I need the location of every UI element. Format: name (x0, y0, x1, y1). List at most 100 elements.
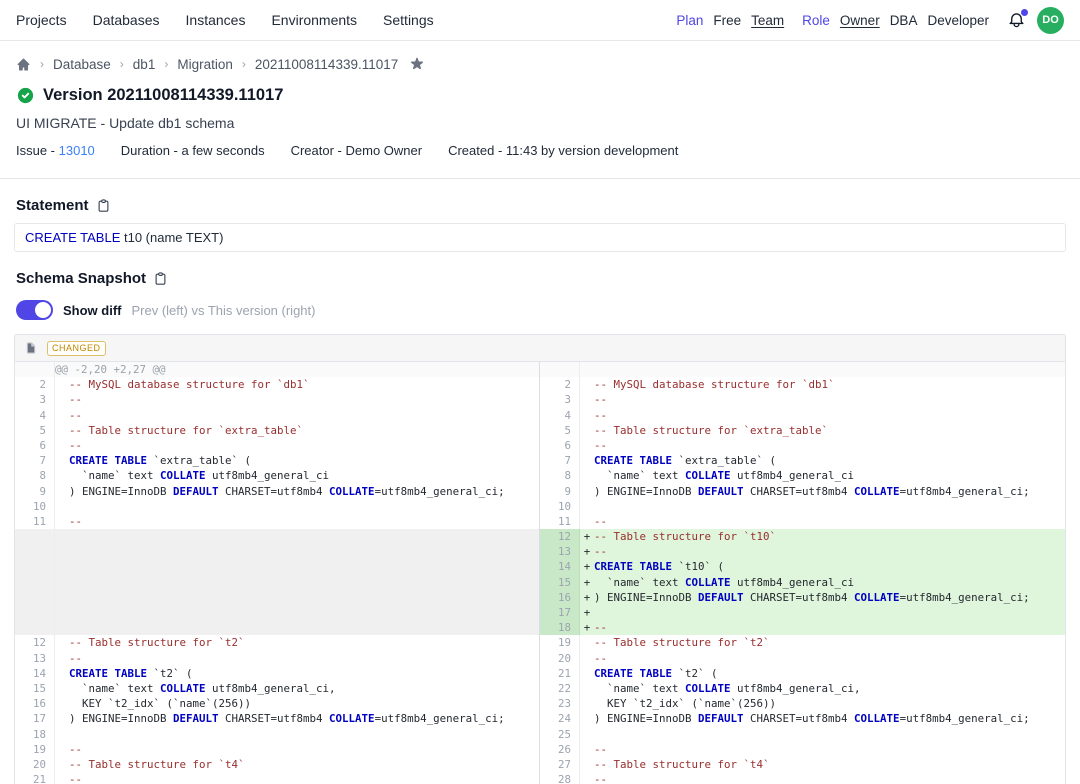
line-number: 7 (540, 453, 580, 468)
line-number (15, 544, 55, 559)
diff-body[interactable]: @@ -2,20 +2,27 @@2 -- MySQL database str… (15, 362, 1065, 784)
line-number: 12 (540, 529, 580, 544)
status-badge: CHANGED (47, 341, 106, 356)
code-line (55, 575, 539, 590)
code-line: CREATE TABLE `t2` ( (580, 666, 1065, 681)
role-developer-link[interactable]: Developer (927, 13, 989, 28)
line-number: 18 (15, 727, 55, 742)
creator-meta: Creator - Demo Owner (291, 143, 422, 158)
statement-heading: Statement (16, 197, 89, 214)
breadcrumb-separator: › (164, 57, 168, 71)
role-dba-link[interactable]: DBA (890, 13, 918, 28)
line-number: 22 (540, 681, 580, 696)
code-line: -- Table structure for `t4` (55, 757, 539, 772)
star-icon[interactable] (409, 56, 425, 72)
top-nav: Projects Databases Instances Environments Se… (0, 0, 1080, 41)
role-owner-link[interactable]: Owner (840, 13, 880, 28)
diff-context-row: 8 `name` text COLLATE utf8mb4_general_ci (540, 468, 1065, 483)
diff-header: CHANGED (15, 335, 1065, 362)
diff-context-row: 3 -- (15, 392, 539, 407)
code-line (580, 499, 1065, 514)
diff-pane-previous[interactable]: @@ -2,20 +2,27 @@2 -- MySQL database str… (15, 362, 540, 784)
diff-hunk-row (540, 362, 1065, 377)
diff-pane-current[interactable]: 2 -- MySQL database structure for `db1`3… (540, 362, 1065, 784)
issue-link[interactable]: 13010 (59, 143, 95, 158)
show-diff-label: Show diff (63, 303, 122, 318)
code-line: -- MySQL database structure for `db1` (580, 377, 1065, 392)
line-number: 18 (540, 620, 580, 635)
breadcrumb-item-db1[interactable]: db1 (133, 57, 156, 72)
breadcrumb-item-database[interactable]: Database (53, 57, 111, 72)
notification-bell-icon[interactable] (1007, 10, 1027, 30)
nav-item-projects[interactable]: Projects (16, 12, 67, 28)
nav-item-settings[interactable]: Settings (383, 12, 434, 28)
code-line: ) ENGINE=InnoDB DEFAULT CHARSET=utf8mb4 … (55, 711, 539, 726)
copy-statement-icon[interactable] (96, 198, 112, 214)
diff-added-row: 16+) ENGINE=InnoDB DEFAULT CHARSET=utf8m… (540, 590, 1065, 605)
show-diff-toggle[interactable] (16, 300, 53, 320)
diff-placeholder-row (15, 620, 539, 635)
diff-context-row: 17 ) ENGINE=InnoDB DEFAULT CHARSET=utf8m… (15, 711, 539, 726)
version-header: Version 20211008114339.11017 (0, 72, 1080, 105)
line-number: 16 (540, 590, 580, 605)
home-icon[interactable] (16, 57, 31, 72)
diff-context-row: 26 -- (540, 742, 1065, 757)
code-line: + `name` text COLLATE utf8mb4_general_ci (580, 575, 1065, 590)
diff-added-row: 12+-- Table structure for `t10` (540, 529, 1065, 544)
line-number (15, 620, 55, 635)
code-line (55, 590, 539, 605)
plan-free-link[interactable]: Free (713, 13, 741, 28)
created-meta: Created - 11:43 by version development (448, 143, 678, 158)
breadcrumb-items: ›Database›db1›Migration›20211008114339.1… (40, 57, 398, 72)
code-line: CREATE TABLE `t2` ( (55, 666, 539, 681)
avatar[interactable]: DO (1037, 7, 1064, 34)
line-number: 5 (540, 423, 580, 438)
diff-context-row: 14 CREATE TABLE `t2` ( (15, 666, 539, 681)
diff-context-row: 16 KEY `t2_idx` (`name`(256)) (15, 696, 539, 711)
success-check-icon (16, 86, 35, 105)
breadcrumb-item-migration[interactable]: Migration (177, 57, 233, 72)
nav-item-environments[interactable]: Environments (271, 12, 357, 28)
statement-section-header: Statement (0, 179, 1080, 214)
line-number: 23 (540, 696, 580, 711)
line-number: 8 (540, 468, 580, 483)
code-line: -- (55, 514, 539, 529)
diff-added-row: 14+CREATE TABLE `t10` ( (540, 559, 1065, 574)
nav-item-instances[interactable]: Instances (186, 12, 246, 28)
code-line: -- (55, 772, 539, 784)
duration-meta: Duration - a few seconds (121, 143, 265, 158)
line-number: 6 (15, 438, 55, 453)
code-line: `name` text COLLATE utf8mb4_general_ci (55, 468, 539, 483)
line-number: 27 (540, 757, 580, 772)
diff-context-row: 2 -- MySQL database structure for `db1` (540, 377, 1065, 392)
code-line: @@ -2,20 +2,27 @@ (55, 362, 539, 377)
breadcrumb-item-20211008114339.11017: 20211008114339.11017 (255, 57, 398, 72)
line-number: 15 (15, 681, 55, 696)
code-line: -- (580, 742, 1065, 757)
line-number: 19 (540, 635, 580, 650)
code-line: CREATE TABLE `extra_table` ( (55, 453, 539, 468)
code-line: -- MySQL database structure for `db1` (55, 377, 539, 392)
code-line: CREATE TABLE `extra_table` ( (580, 453, 1065, 468)
diff-context-row: 6 -- (540, 438, 1065, 453)
line-number: 13 (15, 651, 55, 666)
diff-context-row: 8 `name` text COLLATE utf8mb4_general_ci (15, 468, 539, 483)
breadcrumb-separator: › (40, 57, 44, 71)
line-number: 10 (540, 499, 580, 514)
line-number: 21 (540, 666, 580, 681)
copy-snapshot-icon[interactable] (153, 271, 169, 287)
diff-context-row: 4 -- (15, 408, 539, 423)
code-line: -- (580, 514, 1065, 529)
diff-context-row: 25 (540, 727, 1065, 742)
line-number: 10 (15, 499, 55, 514)
code-line: -- (580, 438, 1065, 453)
diff-context-row: 20 -- Table structure for `t4` (15, 757, 539, 772)
line-number: 7 (15, 453, 55, 468)
line-number: 11 (15, 514, 55, 529)
diff-context-row: 4 -- (540, 408, 1065, 423)
nav-item-databases[interactable]: Databases (93, 12, 160, 28)
code-line: KEY `t2_idx` (`name`(256)) (55, 696, 539, 711)
diff-placeholder-row (15, 575, 539, 590)
statement-sql: CREATE TABLE t10 (name TEXT) (14, 223, 1066, 252)
plan-team-link[interactable]: Team (751, 13, 784, 28)
